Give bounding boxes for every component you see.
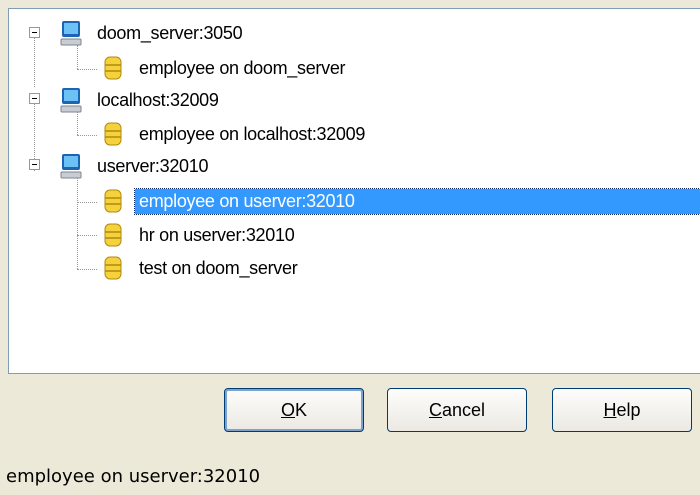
database-node[interactable]: employee on localhost:32009	[99, 119, 369, 149]
cancel-mnemonic: C	[428, 399, 442, 420]
cancel-label-rest: ancel	[441, 399, 486, 420]
tree-connector	[77, 69, 97, 70]
database-label: employee on userver:32010	[134, 187, 700, 215]
cancel-button[interactable]: Cancel	[387, 388, 527, 432]
database-label: hr on userver:32010	[139, 224, 295, 245]
database-icon	[104, 56, 122, 80]
computer-icon	[60, 21, 82, 46]
database-tree[interactable]: doom_server:3050 employee on doom_server…	[8, 8, 700, 374]
computer-icon	[60, 88, 82, 113]
database-icon	[104, 122, 122, 146]
computer-icon	[60, 154, 82, 179]
status-bar: employee on userver:32010	[0, 458, 700, 495]
ok-button[interactable]: OK	[224, 388, 364, 432]
help-mnemonic: H	[603, 399, 617, 420]
server-node[interactable]: localhost:32009	[57, 85, 223, 115]
tree-connector	[77, 269, 97, 270]
database-label: test on doom_server	[139, 257, 298, 278]
database-label: employee on doom_server	[139, 57, 346, 78]
tree-connector	[77, 202, 97, 203]
collapse-toggle[interactable]	[29, 27, 40, 38]
database-node-selected[interactable]: employee on userver:32010	[99, 186, 700, 216]
server-node[interactable]: doom_server:3050	[57, 18, 246, 48]
ok-label-rest: K	[295, 399, 308, 420]
tree-connector	[77, 177, 78, 269]
collapse-toggle[interactable]	[29, 159, 40, 170]
tree-connector	[77, 135, 97, 136]
collapse-toggle[interactable]	[29, 93, 40, 104]
status-text: employee on userver:32010	[6, 466, 261, 487]
database-icon	[104, 256, 122, 280]
server-label: doom_server:3050	[97, 22, 243, 43]
server-label: localhost:32009	[97, 89, 219, 110]
ok-mnemonic: O	[280, 399, 295, 420]
tree-connector	[34, 35, 35, 87]
database-label: employee on localhost:32009	[139, 123, 366, 144]
database-icon	[104, 189, 122, 213]
database-node[interactable]: hr on userver:32010	[99, 220, 298, 250]
tree-connector	[77, 45, 78, 69]
help-button[interactable]: Help	[552, 388, 692, 432]
database-node[interactable]: test on doom_server	[99, 253, 301, 283]
tree-connector	[77, 235, 97, 236]
database-node[interactable]: employee on doom_server	[99, 53, 349, 83]
help-label-rest: elp	[616, 399, 641, 420]
server-node[interactable]: userver:32010	[57, 151, 212, 181]
server-label: userver:32010	[97, 155, 209, 176]
database-icon	[104, 223, 122, 247]
